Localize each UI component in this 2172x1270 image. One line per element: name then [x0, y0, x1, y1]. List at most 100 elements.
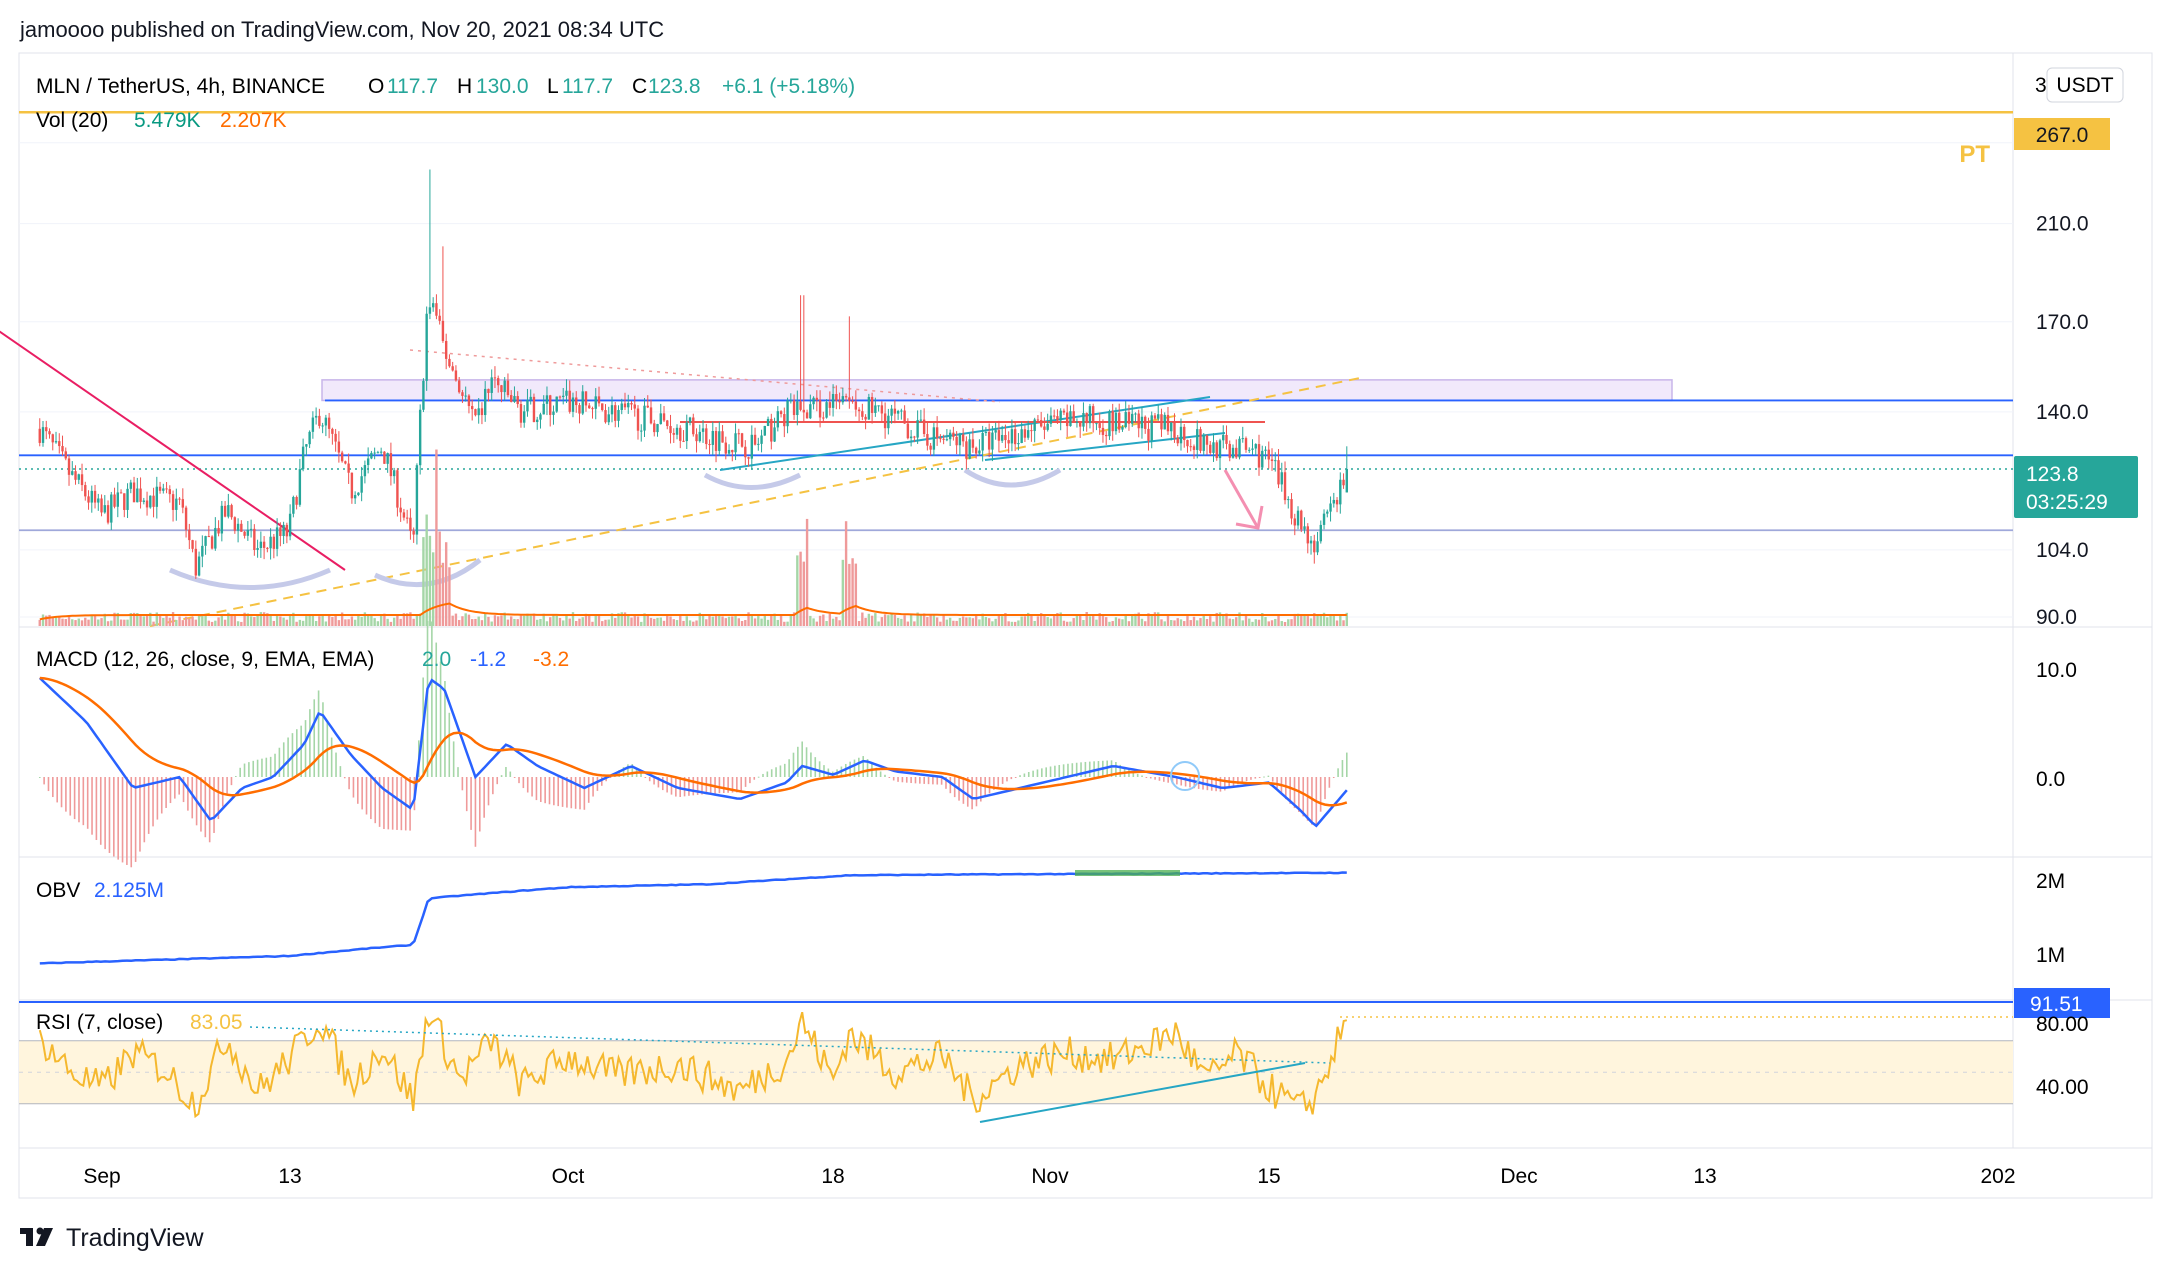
candle-body: [373, 452, 376, 454]
volume-bar: [1326, 617, 1329, 626]
macd-hist-bar: [1041, 768, 1043, 777]
volume-bar: [731, 616, 734, 626]
volume-bar: [1118, 618, 1121, 626]
macd-hist-bar: [117, 777, 119, 860]
macd-hist-bar: [1062, 764, 1065, 777]
candle-body: [337, 441, 341, 453]
macd-hist-bar: [905, 777, 908, 783]
candle-body: [848, 397, 851, 401]
candle-body: [230, 505, 233, 518]
ohlc-close-label: C: [632, 75, 647, 98]
volume-bar: [1049, 618, 1053, 626]
candle-body: [679, 427, 682, 441]
arc-4: [963, 467, 1062, 488]
macd-hist-bar: [113, 777, 115, 857]
candle-body: [877, 405, 880, 407]
volume-bar: [669, 616, 672, 626]
macd-hist-bar: [718, 777, 721, 794]
candle-body: [243, 531, 246, 536]
candle-body: [1313, 540, 1316, 553]
candle-body: [822, 417, 825, 419]
rsi-pane[interactable]: RSI (7, close) 83.05 91.51 80.00 40.00: [19, 988, 2110, 1123]
volume-bar: [536, 619, 539, 626]
macd-hist-bar: [1250, 777, 1252, 780]
price-pane[interactable]: [0, 110, 2013, 627]
candle-body: [1231, 447, 1235, 458]
candle-body: [152, 495, 155, 507]
macd-hist-bar: [505, 766, 507, 777]
obv-pane[interactable]: OBV 2.125M 2M 1M: [36, 870, 2065, 967]
macd-hist-bar: [770, 769, 773, 777]
macd-hist-bar: [531, 777, 533, 797]
volume-bar: [389, 621, 393, 626]
candle-body: [523, 411, 526, 423]
macd-value: -1.2: [470, 648, 506, 671]
obv-line: [39, 871, 1347, 965]
candle-body: [565, 390, 568, 396]
macd-hist-value: 2.0: [422, 648, 451, 671]
macd-hist-bar: [666, 777, 668, 793]
volume-bar: [1101, 614, 1105, 626]
volume-ma-value: 2.207K: [220, 109, 287, 132]
volume-bar: [812, 618, 815, 626]
macd-hist-bar: [901, 777, 904, 783]
volume-bar: [490, 621, 493, 626]
volume-bar: [1017, 620, 1020, 626]
volume-bar: [867, 613, 871, 626]
volume-bar: [594, 615, 597, 626]
macd-hist-bar: [888, 777, 891, 778]
time-tick-13-sep: 13: [278, 1165, 301, 1188]
volume-bar: [675, 620, 679, 626]
time-tick-sep: Sep: [83, 1165, 120, 1188]
candle-body: [103, 505, 106, 513]
candle-body: [916, 420, 919, 438]
volume-bar: [545, 621, 549, 626]
candle-body: [220, 505, 224, 534]
tradingview-logo[interactable]: TradingView: [20, 1224, 205, 1252]
candle-body: [266, 547, 269, 549]
time-axis[interactable]: Sep 13 Oct 18 Nov 15 Dec 13 202: [83, 1165, 2015, 1188]
macd-hist-bar: [396, 777, 398, 830]
volume-bars: [38, 449, 1348, 626]
candle-body: [288, 513, 292, 537]
candle-body: [783, 414, 786, 427]
volume-bar: [1212, 621, 1215, 626]
candle-body: [864, 416, 867, 420]
volume-bar: [974, 614, 978, 626]
candle-body: [750, 434, 754, 459]
candle-body: [360, 476, 363, 493]
volume-bar: [692, 621, 695, 626]
volume-bar: [194, 619, 198, 626]
trading-chart[interactable]: jamoooo published on TradingView.com, No…: [0, 0, 2172, 1270]
volume-bar: [558, 617, 562, 626]
macd-hist-bar: [348, 777, 350, 790]
volume-bar: [718, 614, 721, 626]
volume-bar: [457, 619, 461, 626]
volume-bar: [529, 615, 532, 626]
volume-bar: [396, 614, 399, 626]
volume-bar: [275, 614, 279, 626]
macd-hist-bar: [1332, 777, 1335, 778]
candle-body: [1111, 411, 1114, 432]
volume-bar: [74, 620, 77, 626]
volume-bar: [734, 614, 737, 626]
macd-hist-bar: [561, 777, 564, 807]
price-axis[interactable]: 3 USDT 250.0210.0170.0140.0104.090.0 267…: [1959, 67, 2138, 629]
volume-bar: [483, 612, 487, 626]
volume-bar: [256, 615, 259, 626]
volume-bar: [666, 615, 669, 626]
candle-body: [327, 417, 331, 429]
volume-bar: [805, 518, 809, 626]
candle-body: [197, 556, 201, 576]
candle-body: [1039, 420, 1043, 427]
macd-pane[interactable]: MACD (12, 26, close, 9, EMA, EMA) 2.0 -1…: [36, 620, 2077, 868]
volume-bar: [841, 559, 845, 626]
candle-body: [935, 427, 939, 439]
candle-body: [906, 423, 910, 439]
volume-bar: [828, 613, 832, 626]
macd-hist-bar: [439, 661, 442, 777]
candle-body: [620, 403, 623, 410]
candle-body: [640, 430, 643, 432]
macd-hist-bar: [492, 777, 494, 795]
candle-body: [1283, 472, 1287, 501]
